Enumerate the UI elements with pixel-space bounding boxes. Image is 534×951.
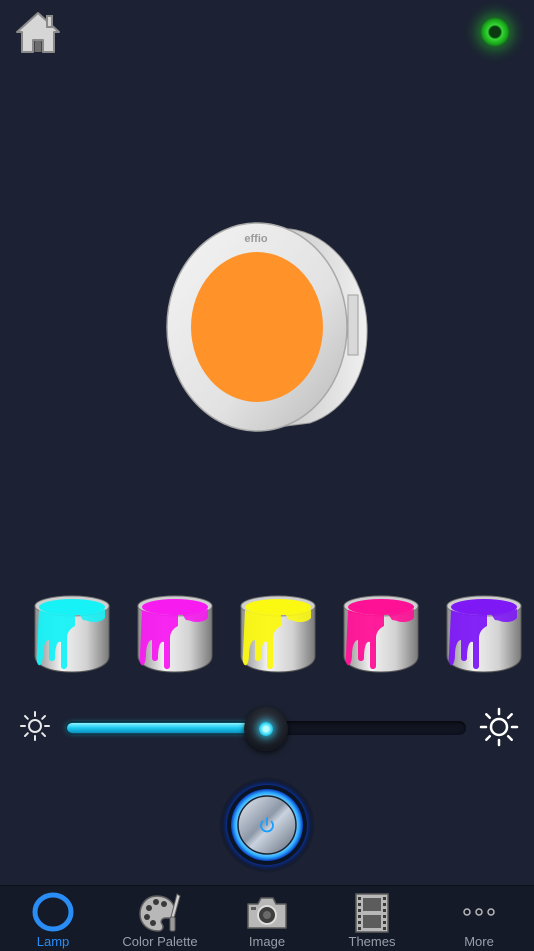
tab-label: Themes [348,934,396,949]
lamp-ring-icon [32,892,74,932]
home-button[interactable] [14,10,62,56]
sun-large-icon [479,707,519,747]
lamp-brand-label: effio [244,233,268,245]
tab-label: More [464,934,494,949]
power-button[interactable] [218,776,316,874]
brightness-fill [67,723,265,733]
tab-color-palette[interactable]: Color Palette [110,886,210,951]
tab-lamp[interactable]: Lamp [16,886,90,951]
tab-bar: Lamp Color Palette Image Themes More [0,885,534,951]
lamp-light [191,252,323,402]
brightness-control [0,700,534,760]
brightness-thumb[interactable] [244,707,288,751]
sun-small-icon [20,711,50,741]
color-preset-magenta[interactable] [134,592,216,678]
palette-icon [139,893,181,932]
camera-icon [247,897,287,929]
home-icon [16,12,60,53]
tab-label: Color Palette [122,934,198,949]
brightness-slider[interactable] [66,707,466,751]
tab-themes[interactable]: Themes [335,886,409,951]
tab-label: Image [248,934,286,949]
more-dots-icon [463,908,495,916]
color-preset-pink[interactable] [340,592,422,678]
color-preset-yellow[interactable] [237,592,319,678]
tab-label: Lamp [36,934,70,949]
tab-more[interactable]: More [442,886,516,951]
color-preset-cyan[interactable] [31,592,113,678]
color-presets [0,592,534,682]
film-icon [355,893,389,933]
lamp-preview[interactable]: effio [160,215,375,435]
color-preset-violet[interactable] [443,592,525,678]
connection-status-indicator [480,17,510,47]
tab-image[interactable]: Image [230,886,304,951]
